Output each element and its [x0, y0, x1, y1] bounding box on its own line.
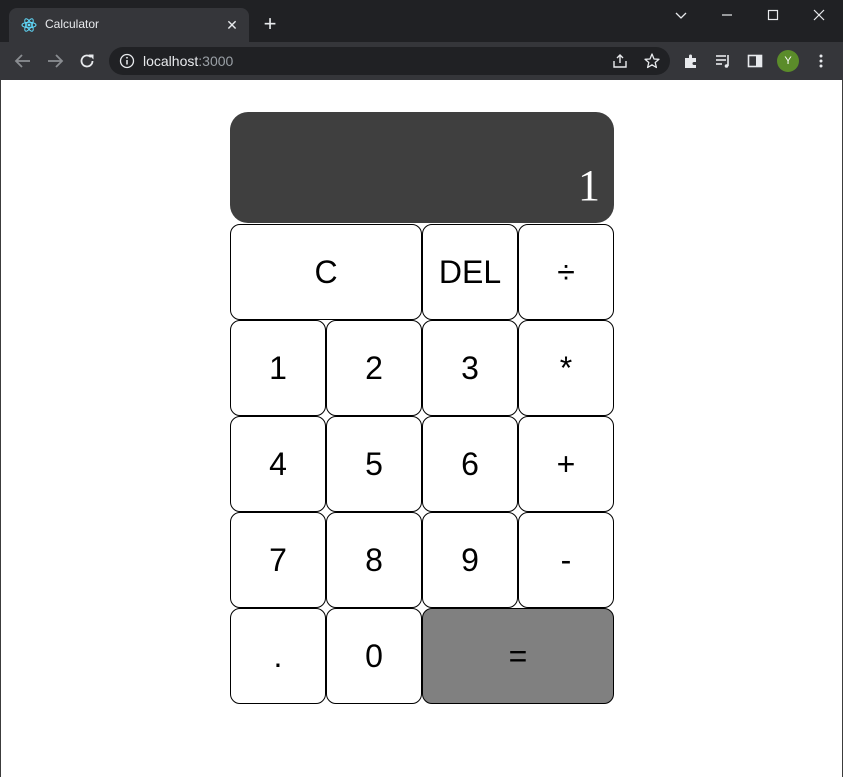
- display-value: 1: [578, 161, 600, 210]
- react-logo-icon: [21, 18, 37, 32]
- more-menu-icon[interactable]: [812, 52, 830, 70]
- digit-8-button[interactable]: 8: [326, 512, 422, 608]
- reload-icon[interactable]: [78, 52, 96, 70]
- maximize-icon: [767, 9, 779, 21]
- url-port: :3000: [198, 53, 234, 69]
- bookmark-star-icon[interactable]: [643, 52, 661, 70]
- decimal-button[interactable]: .: [230, 608, 326, 704]
- new-tab-button[interactable]: +: [260, 13, 280, 35]
- window-border-left: [0, 80, 1, 777]
- chevron-down-icon: [675, 12, 687, 19]
- minimize-button[interactable]: [704, 0, 750, 32]
- digit-3-button[interactable]: 3: [422, 320, 518, 416]
- clear-button[interactable]: C: [230, 224, 422, 320]
- browser-titlebar: Calculator ✕ +: [0, 0, 843, 42]
- digit-5-button[interactable]: 5: [326, 416, 422, 512]
- forward-arrow-icon[interactable]: [46, 52, 64, 70]
- add-button[interactable]: +: [518, 416, 614, 512]
- url-host: localhost: [143, 53, 199, 69]
- minimize-icon: [722, 14, 732, 16]
- browser-toolbar: localhost:3000 Y: [0, 42, 843, 80]
- address-bar[interactable]: localhost:3000: [109, 47, 670, 75]
- divide-button[interactable]: ÷: [518, 224, 614, 320]
- subtract-button[interactable]: -: [518, 512, 614, 608]
- digit-4-button[interactable]: 4: [230, 416, 326, 512]
- multiply-button[interactable]: *: [518, 320, 614, 416]
- share-icon[interactable]: [611, 52, 629, 70]
- tab-title: Calculator: [45, 17, 100, 31]
- info-icon[interactable]: [119, 53, 135, 69]
- equals-button[interactable]: =: [422, 608, 614, 704]
- digit-7-button[interactable]: 7: [230, 512, 326, 608]
- browser-tab[interactable]: Calculator ✕: [9, 8, 249, 42]
- delete-button[interactable]: DEL: [422, 224, 518, 320]
- close-tab-icon[interactable]: ✕: [225, 18, 239, 32]
- maximize-button[interactable]: [750, 0, 796, 32]
- digit-2-button[interactable]: 2: [326, 320, 422, 416]
- reading-list-icon[interactable]: [714, 52, 732, 70]
- close-window-button[interactable]: [796, 0, 842, 32]
- digit-1-button[interactable]: 1: [230, 320, 326, 416]
- digit-9-button[interactable]: 9: [422, 512, 518, 608]
- side-panel-icon[interactable]: [746, 52, 764, 70]
- tab-search-button[interactable]: [658, 0, 704, 32]
- calculator-display: 1: [230, 112, 614, 223]
- digit-6-button[interactable]: 6: [422, 416, 518, 512]
- url-text: localhost:3000: [143, 53, 233, 69]
- extensions-puzzle-icon[interactable]: [682, 52, 700, 70]
- profile-avatar[interactable]: Y: [777, 50, 799, 72]
- close-icon: [813, 9, 825, 21]
- back-arrow-icon[interactable]: [14, 52, 32, 70]
- digit-0-button[interactable]: 0: [326, 608, 422, 704]
